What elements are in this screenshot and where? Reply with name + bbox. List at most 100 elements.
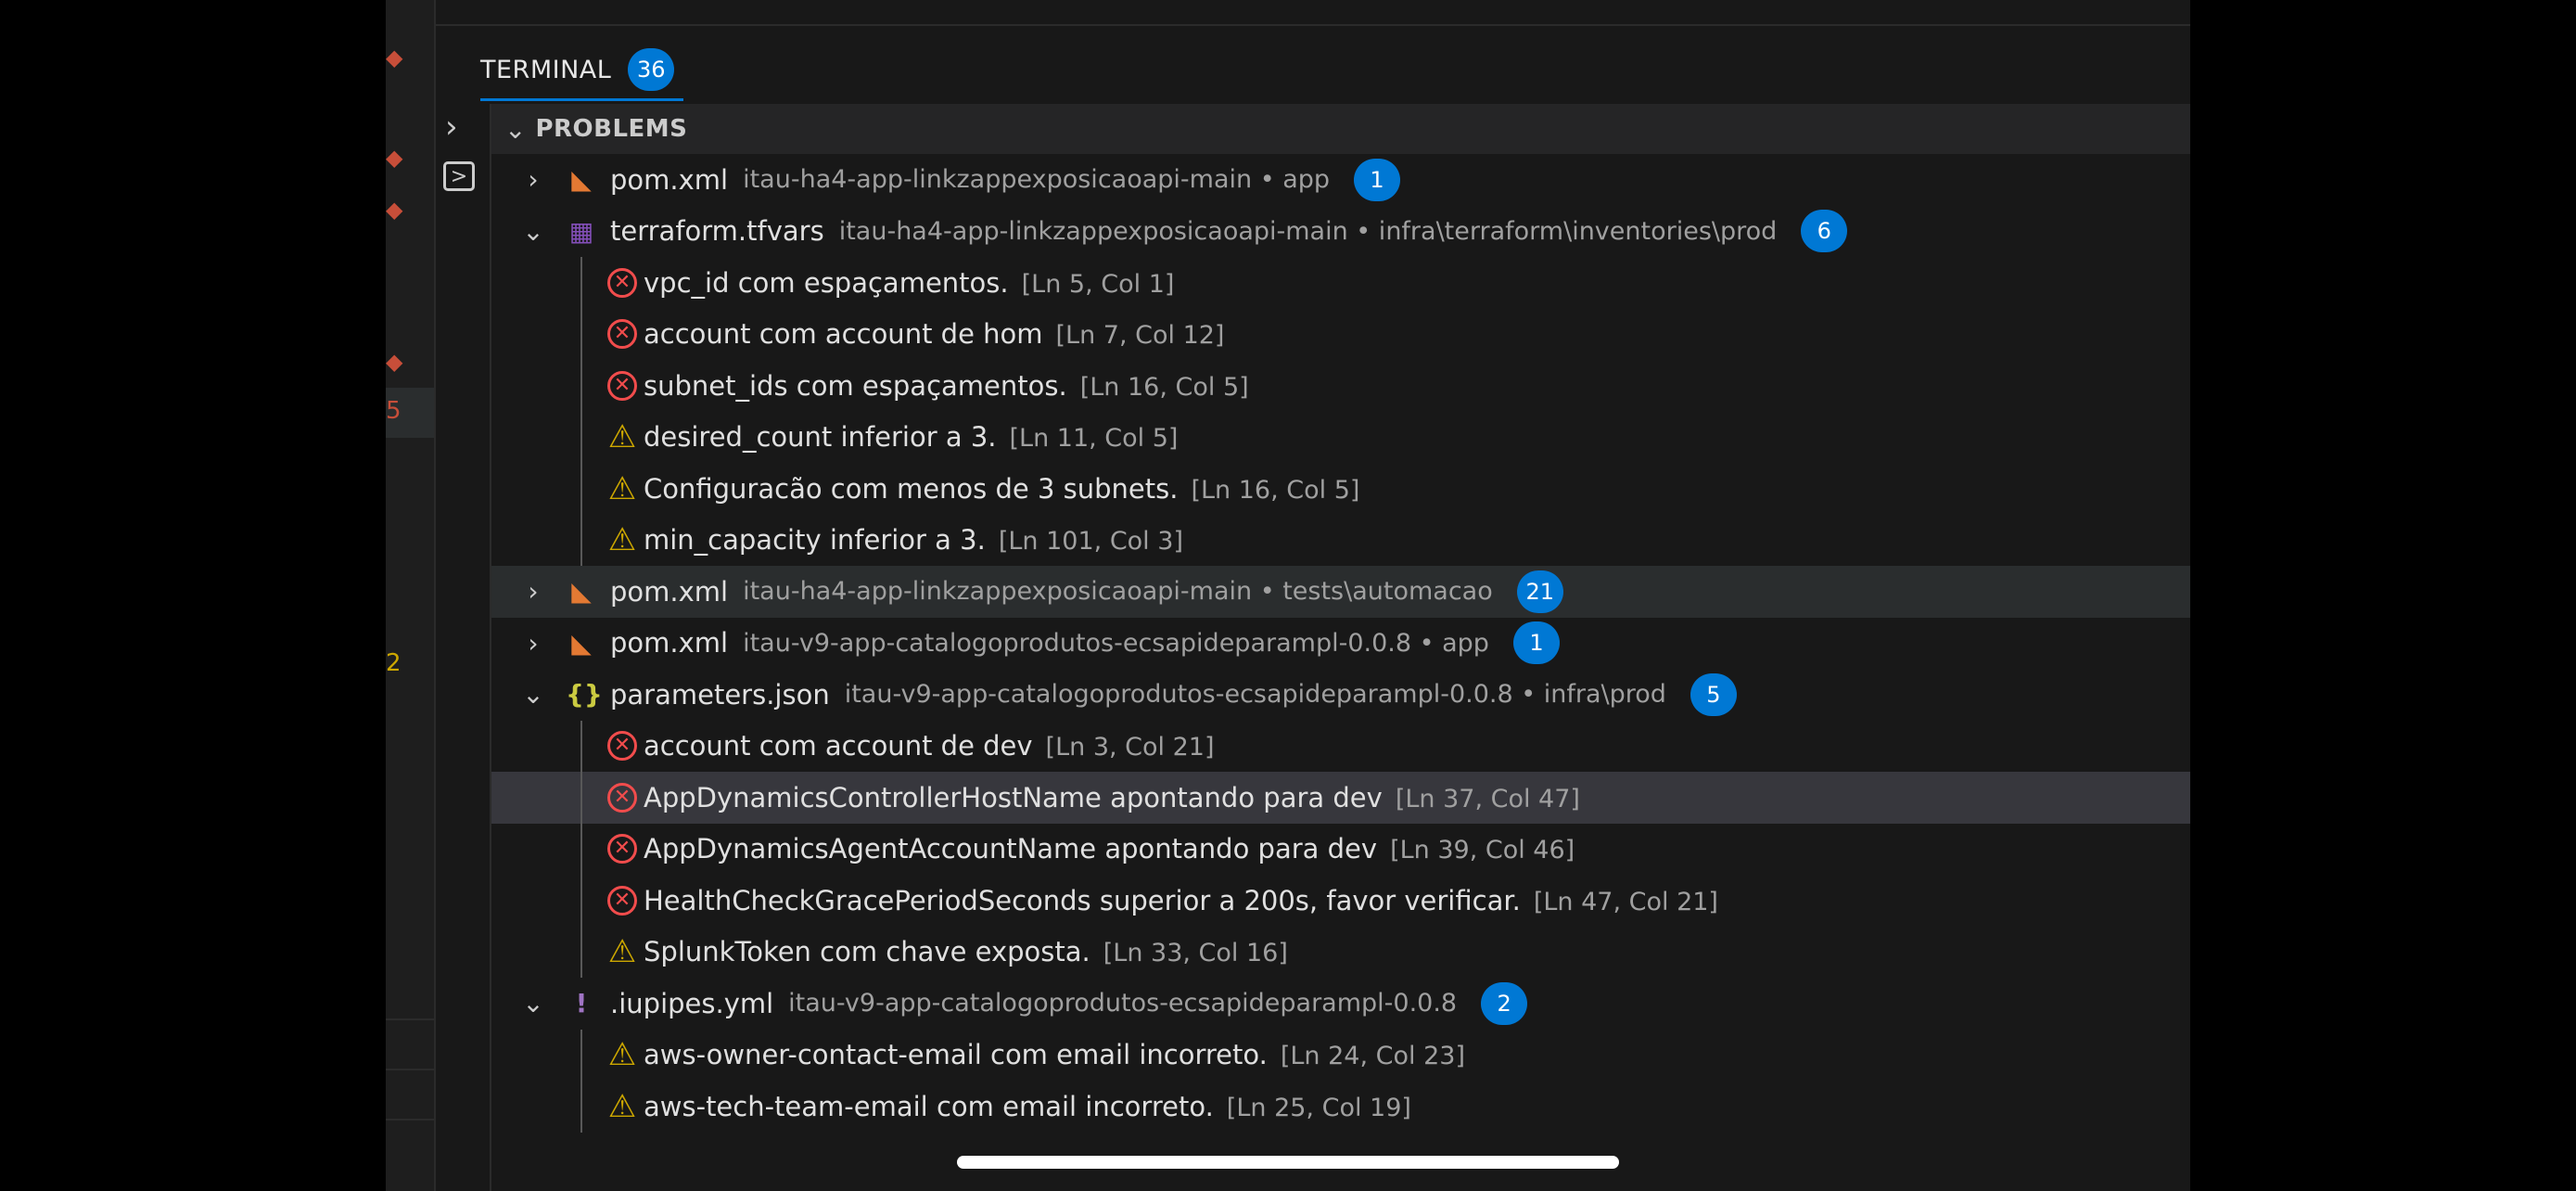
error-circle-icon: ✕ (607, 885, 637, 916)
chevron-right-icon[interactable]: › (519, 164, 547, 195)
file-info: terraform.tfvars itau-ha4-app-linkzappexp… (610, 210, 1848, 253)
problem-message: aws-owner-contact-email com email incorr… (644, 1039, 1268, 1071)
file-path: itau-v9-app-catalogoprodutos-ecsapidepar… (844, 680, 1666, 710)
chevron-right-icon[interactable]: › (519, 628, 547, 659)
error-circle-icon: ✕ (607, 782, 637, 813)
bottom-panel: TERMINAL 36 › > ⌄ PROBLEMS › ◣ pom.xml itau… (436, 0, 2190, 1191)
problem-file-row[interactable]: › ◣ pom.xml itau-ha4-app-linkzappexposicaoa… (491, 566, 2190, 618)
problem-location: [Ln 39, Col 46] (1390, 836, 1575, 865)
error-circle-icon: ✕ (607, 834, 637, 864)
problem-item[interactable]: ✕ AppDynamicsControllerHostName apontando… (491, 772, 2190, 824)
rss-icon: ◣ (571, 164, 592, 196)
problem-file-row[interactable]: › ◣ pom.xml itau-v9-app-catalogoprodutos-ec… (491, 618, 2190, 670)
file-name: parameters.json (610, 678, 830, 711)
chevron-down-icon[interactable]: ⌄ (519, 216, 547, 247)
tab-count-badge: 36 (628, 48, 675, 91)
problem-count-badge: 6 (1801, 210, 1848, 253)
warning-triangle-icon: ⚠ (607, 1036, 637, 1074)
problem-message-group: aws-tech-team-email com email incorreto.… (644, 1091, 1411, 1122)
problem-item[interactable]: ⚠ Configuracão com menos de 3 subnets. [Ln… (491, 463, 2190, 515)
problem-message: AppDynamicsAgentAccountName apontando pa… (644, 833, 1378, 865)
file-info: pom.xml itau-v9-app-catalogoprodutos-ecsa… (610, 621, 1560, 665)
chevron-right-icon[interactable]: › (519, 576, 547, 607)
problem-message: Configuracão com menos de 3 subnets. (644, 472, 1179, 505)
error-icon: ✕ (605, 265, 640, 301)
problem-item[interactable]: ⚠ SplunkToken com chave exposta. [Ln 33, C… (491, 927, 2190, 979)
file-path: itau-v9-app-catalogoprodutos-ecsapidepar… (743, 628, 1489, 658)
problem-file-row[interactable]: ⌄ {} parameters.json itau-v9-app-catalogopr… (491, 669, 2190, 721)
problem-item[interactable]: ⚠ desired_count inferior a 3. [Ln 11, Col … (491, 412, 2190, 464)
problem-message-group: account com account de hom [Ln 7, Col 12] (644, 318, 1224, 350)
error-icon: ✕ (605, 316, 640, 352)
problem-location: [Ln 25, Col 19] (1226, 1093, 1411, 1122)
tab-terminal[interactable]: TERMINAL 36 (480, 41, 684, 101)
problems-tree: › ◣ pom.xml itau-ha4-app-linkzappexposicaoa… (491, 154, 2190, 1133)
warning-icon: ⚠ (605, 1037, 640, 1072)
problem-message: vpc_id com espaçamentos. (644, 266, 1009, 299)
warning-triangle-icon: ⚠ (607, 1087, 637, 1125)
file-name: pom.xml (610, 627, 729, 660)
problem-message-group: subnet_ids com espaçamentos. [Ln 16, Col … (644, 370, 1249, 402)
problem-message: aws-tech-team-email com email incorreto. (644, 1090, 1214, 1122)
problem-item[interactable]: ⚠ min_capacity inferior a 3. [Ln 101, Col … (491, 515, 2190, 567)
error-icon: ✕ (605, 728, 640, 763)
gutter-marker: ◆ (386, 349, 403, 375)
gutter-marker: ◆ (386, 45, 403, 70)
problem-item[interactable]: ✕ account com account de hom [Ln 7, Col 12… (491, 309, 2190, 361)
terminal-icon[interactable]: > (443, 161, 475, 191)
error-circle-icon: ✕ (607, 731, 637, 762)
problem-location: [Ln 7, Col 12] (1055, 321, 1225, 351)
problem-message-group: desired_count inferior a 3. [Ln 11, Col 5… (644, 421, 1178, 453)
error-icon: ✕ (605, 368, 640, 403)
warning-icon: ⚠ (605, 934, 640, 969)
problem-count-badge: 21 (1516, 570, 1563, 613)
problems-section-header[interactable]: ⌄ PROBLEMS (491, 104, 2190, 154)
problem-message-group: AppDynamicsControllerHostName apontando … (644, 782, 1580, 813)
warning-triangle-icon: ⚠ (607, 521, 637, 559)
divider (386, 1069, 434, 1070)
problem-item[interactable]: ✕ HealthCheckGracePeriodSeconds superior … (491, 875, 2190, 927)
problem-item[interactable]: ✕ AppDynamicsAgentAccountName apontando p… (491, 824, 2190, 876)
rss-icon: ◣ (571, 627, 592, 659)
problem-message: HealthCheckGracePeriodSeconds superior a… (644, 884, 1521, 916)
problems-title: PROBLEMS (535, 115, 688, 143)
problem-file-row[interactable]: ⌄ ▦ terraform.tfvars itau-ha4-app-linkzappe… (491, 206, 2190, 258)
problem-message: min_capacity inferior a 3. (644, 524, 986, 557)
problem-message-group: AppDynamicsAgentAccountName apontando pa… (644, 833, 1575, 864)
problem-message: subnet_ids com espaçamentos. (644, 369, 1067, 402)
problem-location: [Ln 11, Col 5] (1009, 424, 1179, 454)
problem-location: [Ln 16, Col 5] (1079, 372, 1249, 402)
problem-message-group: vpc_id com espaçamentos. [Ln 5, Col 1] (644, 267, 1174, 299)
problem-location: [Ln 24, Col 23] (1280, 1042, 1465, 1071)
gutter-marker: ◆ (386, 145, 403, 171)
problem-file-row[interactable]: › ◣ pom.xml itau-ha4-app-linkzappexposicaoa… (491, 154, 2190, 206)
problem-file-row[interactable]: ⌄! .iupipes.yml itau-v9-app-catalogoprodut… (491, 978, 2190, 1030)
problem-item[interactable]: ✕ subnet_ids com espaçamentos. [Ln 16, Col… (491, 360, 2190, 412)
divider (386, 1119, 434, 1121)
problem-item[interactable]: ✕ account com account de dev [Ln 3, Col 21… (491, 721, 2190, 773)
json-braces-icon: {} (566, 679, 603, 711)
chevron-right-icon[interactable]: › (445, 111, 458, 143)
warning-icon: ⚠ (605, 1089, 640, 1124)
file-info: .iupipes.yml itau-v9-app-catalogoprodutos… (610, 981, 1528, 1025)
rss-icon: ◣ (571, 576, 592, 608)
tab-terminal-label: TERMINAL (480, 55, 612, 84)
problem-message: account com account de dev (644, 730, 1033, 762)
file-path: itau-v9-app-catalogoprodutos-ecsapidepar… (788, 989, 1458, 1018)
warning-icon: ⚠ (605, 522, 640, 557)
terraform-icon: ▦ (568, 215, 594, 247)
panel-side-toolbar: › > (436, 104, 491, 1191)
editor-gutter: ◆ ◆ ◆ ◆ 5 2 (386, 0, 434, 1191)
problem-message-group: account com account de dev [Ln 3, Col 21] (644, 730, 1215, 762)
divider (386, 1018, 434, 1020)
chevron-down-icon[interactable]: ⌄ (519, 679, 547, 710)
problem-item[interactable]: ⚠ aws-owner-contact-email com email incor… (491, 1030, 2190, 1082)
problem-message: desired_count inferior a 3. (644, 421, 997, 454)
gutter-line-number: 5 (386, 397, 402, 425)
error-icon: ✕ (605, 883, 640, 918)
problem-item[interactable]: ⚠ aws-tech-team-email com email incorreto… (491, 1081, 2190, 1133)
problem-item[interactable]: ✕ vpc_id com espaçamentos. [Ln 5, Col 1] (491, 257, 2190, 309)
file-info: pom.xml itau-ha4-app-linkzappexposicaoapi… (610, 158, 1401, 201)
file-path: itau-ha4-app-linkzappexposicaoapi-main •… (743, 165, 1331, 195)
chevron-down-icon[interactable]: ⌄ (519, 988, 547, 1018)
